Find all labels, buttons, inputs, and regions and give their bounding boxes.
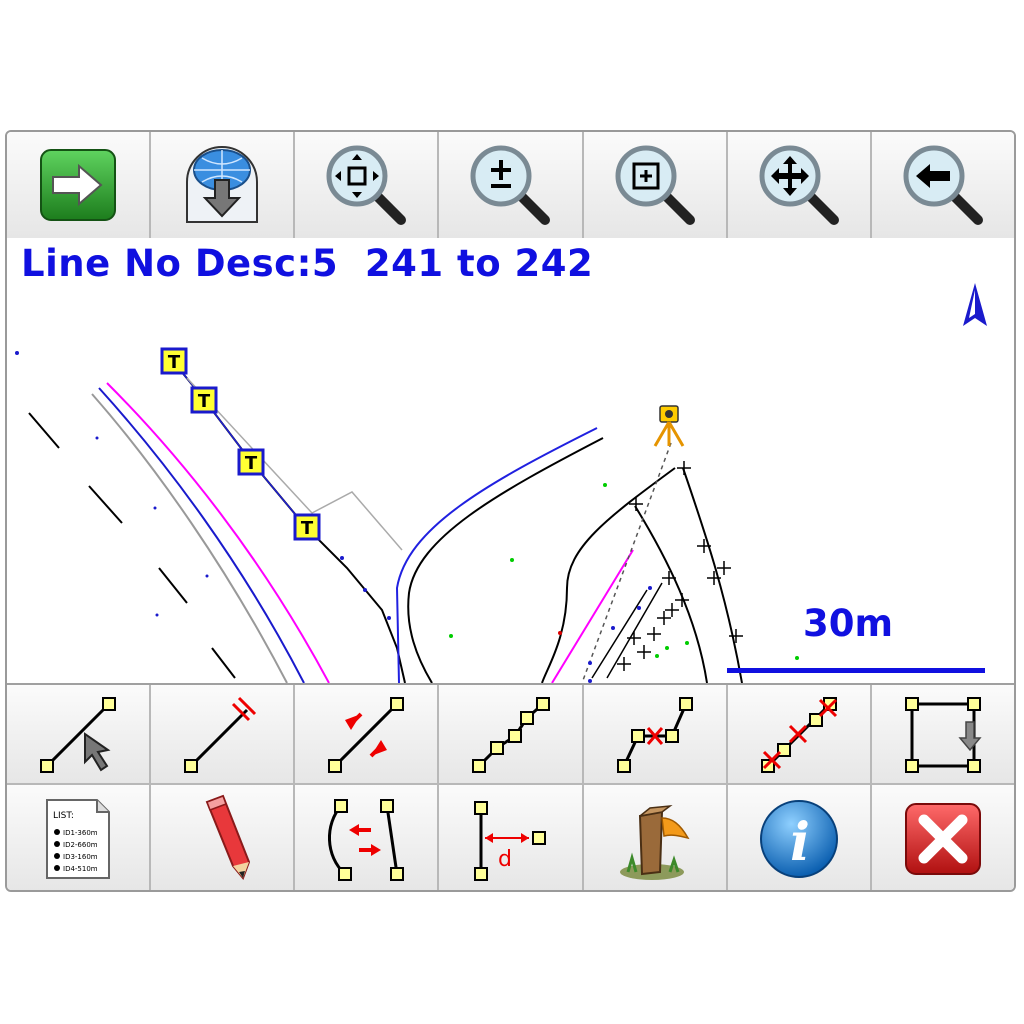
- green-arrow-right-icon: [40, 149, 117, 221]
- info-label: i: [790, 812, 810, 873]
- zoom-extents-icon: [326, 145, 407, 225]
- list-title: LIST:: [53, 811, 74, 821]
- globe-download-icon: [186, 146, 259, 223]
- edit-button[interactable]: [151, 785, 296, 890]
- select-line-button[interactable]: [7, 685, 152, 785]
- parallel-line-button[interactable]: [151, 685, 296, 785]
- zoom-previous-button[interactable]: [871, 132, 1014, 238]
- total-station-icon: [653, 405, 685, 447]
- line-tools-toolbar: [7, 683, 1014, 785]
- zoom-in-out-button[interactable]: [439, 132, 584, 238]
- rectangle-button[interactable]: [871, 685, 1014, 785]
- delete-point-button[interactable]: [583, 685, 728, 785]
- zoom-window-icon: [615, 145, 695, 225]
- map-canvas[interactable]: T T T T Line No Desc:5 241 to 242 30m: [7, 238, 1014, 683]
- close-button[interactable]: [871, 785, 1014, 890]
- line-description: Line No Desc:5 241 to 242: [21, 242, 594, 285]
- app-window: T T T T Line No Desc:5 241 to 242 30m LI…: [5, 130, 1016, 892]
- offset-label: d: [499, 847, 513, 872]
- next-button[interactable]: [7, 132, 152, 238]
- zoom-pan-icon: [759, 145, 839, 225]
- stake-post-icon: [619, 804, 690, 880]
- top-toolbar: [7, 132, 1014, 240]
- zoom-plus-minus-icon: [470, 145, 551, 225]
- zoom-window-button[interactable]: [583, 132, 728, 238]
- list-entry: ID4-510m: [63, 865, 98, 873]
- polyline-button[interactable]: [439, 685, 584, 785]
- pan-button[interactable]: [727, 132, 872, 238]
- info-button[interactable]: i: [727, 785, 872, 890]
- scale-label: 30m: [803, 602, 894, 645]
- list-document-icon: LIST: ID1-360m ID2-660m ID3-160m ID4-510…: [46, 798, 111, 879]
- actions-toolbar: LIST: ID1-360m ID2-660m ID3-160m ID4-510…: [7, 783, 1014, 890]
- join-curves-button[interactable]: [295, 785, 440, 890]
- reverse-line-icon: [328, 697, 405, 773]
- reverse-line-button[interactable]: [295, 685, 440, 785]
- rectangle-icon: [904, 697, 982, 773]
- zoom-back-icon: [903, 145, 983, 225]
- delete-line-button[interactable]: [727, 685, 872, 785]
- parallel-line-icon: [184, 696, 257, 773]
- topo-marker-label: T: [301, 518, 314, 539]
- close-x-icon: [904, 802, 981, 875]
- zoom-extents-button[interactable]: [295, 132, 440, 238]
- info-icon: i: [759, 799, 838, 878]
- join-curves-icon: [328, 798, 405, 881]
- delete-point-icon: [616, 697, 693, 773]
- topo-marker-label: T: [168, 352, 181, 373]
- polyline-icon: [472, 697, 551, 773]
- list-entry: ID1-360m: [63, 829, 98, 837]
- topo-marker-label: T: [198, 391, 211, 412]
- select-line-icon: [40, 697, 117, 773]
- scale-bar: [727, 668, 985, 673]
- topo-marker-label: T: [245, 453, 258, 474]
- download-to-map-button[interactable]: [151, 132, 296, 238]
- offset-distance-icon: d: [474, 800, 547, 881]
- delete-line-icon: [760, 697, 837, 773]
- list-entry: ID2-660m: [63, 841, 98, 849]
- list-button[interactable]: LIST: ID1-360m ID2-660m ID3-160m ID4-510…: [7, 785, 152, 890]
- stakeout-button[interactable]: [583, 785, 728, 890]
- pencil-icon: [205, 794, 251, 880]
- offset-distance-button[interactable]: d: [439, 785, 584, 890]
- list-entry: ID3-160m: [63, 853, 98, 861]
